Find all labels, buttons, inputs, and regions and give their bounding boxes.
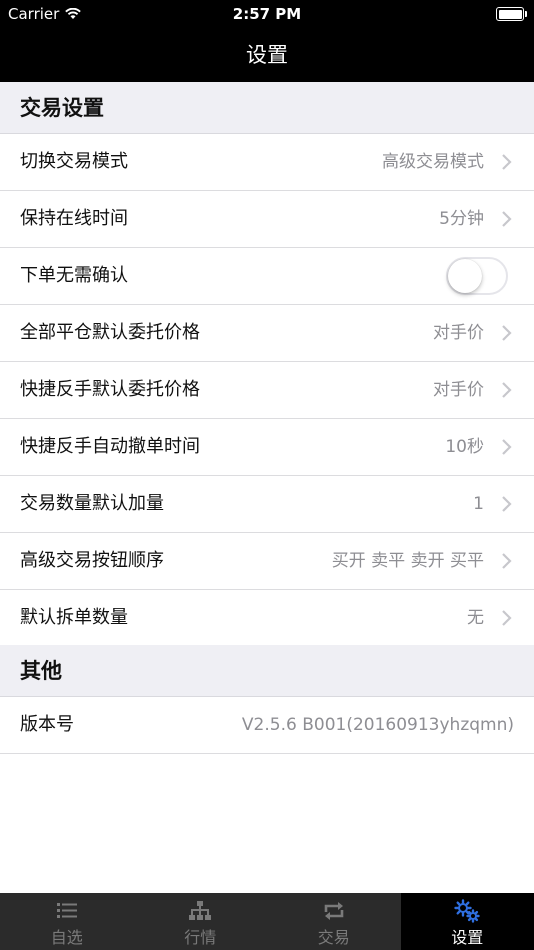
row-label: 下单无需确认 <box>20 265 128 286</box>
tab-label: 交易 <box>317 928 350 947</box>
row-quick-reverse-cancel-time[interactable]: 快捷反手自动撤单时间 10秒 <box>0 419 534 476</box>
toggle-knob <box>448 259 482 293</box>
tab-label: 行情 <box>184 928 217 947</box>
row-order-no-confirm: 下单无需确认 <box>0 248 534 305</box>
row-label: 保持在线时间 <box>20 208 128 229</box>
row-label: 全部平仓默认委托价格 <box>20 322 200 343</box>
section-header-trade-settings: 交易设置 <box>0 82 534 134</box>
row-default-quantity-increment[interactable]: 交易数量默认加量 1 <box>0 476 534 533</box>
row-advanced-button-order[interactable]: 高级交易按钮顺序 买开 卖平 卖开 买平 <box>0 533 534 590</box>
row-value: 5分钟 <box>439 209 484 229</box>
chevron-right-icon <box>502 496 512 512</box>
tab-watchlist[interactable]: 自选 <box>0 893 134 950</box>
row-value: 1 <box>473 494 484 514</box>
chevron-right-icon <box>502 610 512 626</box>
version-value: V2.5.6 B001(20160913yhzqmn) <box>241 715 514 735</box>
row-version: 版本号 V2.5.6 B001(20160913yhzqmn) <box>0 697 534 754</box>
row-value: 10秒 <box>445 437 484 457</box>
row-online-time[interactable]: 保持在线时间 5分钟 <box>0 191 534 248</box>
chevron-right-icon <box>502 211 512 227</box>
row-value: 高级交易模式 <box>382 152 484 172</box>
chevron-right-icon <box>502 553 512 569</box>
row-label: 交易数量默认加量 <box>20 493 164 514</box>
tab-settings[interactable]: 设置 <box>400 893 534 950</box>
row-default-split-quantity[interactable]: 默认拆单数量 无 <box>0 590 534 647</box>
hierarchy-icon <box>189 901 212 920</box>
row-label: 默认拆单数量 <box>20 607 128 628</box>
row-quick-reverse-price[interactable]: 快捷反手默认委托价格 对手价 <box>0 362 534 419</box>
chevron-right-icon <box>502 382 512 398</box>
row-label: 快捷反手默认委托价格 <box>20 379 200 400</box>
row-value: 对手价 <box>433 323 484 343</box>
list-icon <box>56 903 77 918</box>
row-switch-trade-mode[interactable]: 切换交易模式 高级交易模式 <box>0 134 534 191</box>
chevron-right-icon <box>502 439 512 455</box>
nav-bar: 设置 <box>0 28 534 82</box>
clock: 2:57 PM <box>232 5 302 23</box>
swap-icon <box>324 902 344 920</box>
chevron-right-icon <box>502 154 512 170</box>
gears-icon <box>454 899 480 923</box>
row-value: 对手价 <box>433 380 484 400</box>
row-label: 切换交易模式 <box>20 151 128 172</box>
row-label: 高级交易按钮顺序 <box>20 550 164 571</box>
chevron-right-icon <box>502 325 512 341</box>
tab-market[interactable]: 行情 <box>134 893 268 950</box>
status-bar: Carrier 2:57 PM <box>0 0 534 28</box>
row-value: 无 <box>467 608 484 628</box>
order-no-confirm-toggle[interactable] <box>446 257 508 295</box>
battery-icon <box>496 7 527 21</box>
tab-label: 自选 <box>50 928 83 947</box>
row-close-all-price[interactable]: 全部平仓默认委托价格 对手价 <box>0 305 534 362</box>
tab-label: 设置 <box>451 928 484 947</box>
row-value: 买开 卖平 卖开 买平 <box>331 551 484 571</box>
section-header-other: 其他 <box>0 645 534 697</box>
row-label: 快捷反手自动撤单时间 <box>20 436 200 457</box>
tab-trade[interactable]: 交易 <box>267 893 401 950</box>
row-label: 版本号 <box>20 714 74 735</box>
page-title: 设置 <box>246 43 288 67</box>
tab-bar: 自选 行情 交易 设置 <box>0 893 534 950</box>
